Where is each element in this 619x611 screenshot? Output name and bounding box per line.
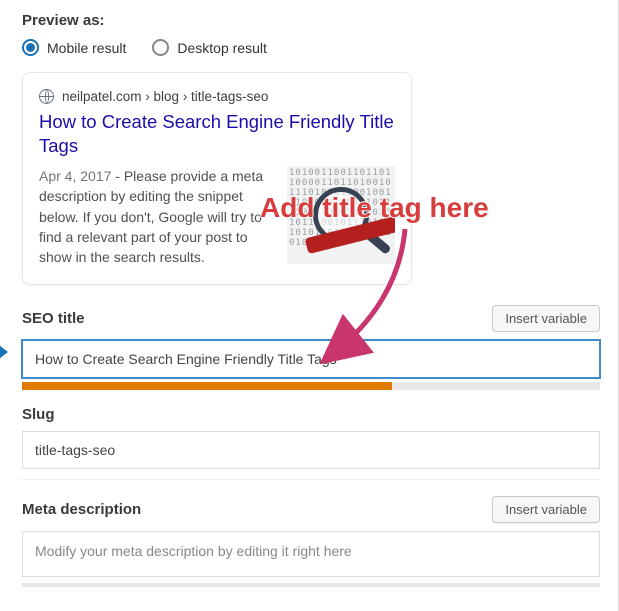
seo-title-input[interactable] (22, 340, 600, 378)
globe-icon (39, 89, 54, 104)
radio-label: Desktop result (177, 40, 266, 56)
radio-icon (152, 39, 169, 56)
meta-description-label: Meta description (22, 501, 141, 518)
radio-label: Mobile result (47, 40, 126, 56)
radio-mobile-result[interactable]: Mobile result (22, 39, 126, 56)
seo-title-progress (22, 382, 600, 390)
radio-desktop-result[interactable]: Desktop result (152, 39, 266, 56)
preview-radio-group: Mobile result Desktop result (22, 39, 600, 56)
meta-description-block: Meta description Insert variable Modify … (22, 496, 600, 587)
serp-sep: - (111, 168, 123, 184)
magnifier-icon (313, 187, 369, 243)
insert-variable-button[interactable]: Insert variable (492, 496, 600, 523)
insert-variable-button[interactable]: Insert variable (492, 305, 600, 332)
seo-title-label: SEO title (22, 310, 85, 327)
serp-breadcrumb-row: neilpatel.com › blog › title-tags-seo (39, 89, 395, 104)
serp-title: How to Create Search Engine Friendly Tit… (39, 110, 395, 158)
divider (22, 479, 600, 480)
serp-preview-card: neilpatel.com › blog › title-tags-seo Ho… (22, 72, 412, 285)
preview-as-label: Preview as: (22, 12, 600, 29)
slug-label: Slug (22, 406, 55, 423)
meta-description-input[interactable]: Modify your meta description by editing … (22, 531, 600, 577)
serp-breadcrumb: neilpatel.com › blog › title-tags-seo (62, 89, 268, 104)
seo-title-block: SEO title Insert variable (22, 305, 600, 390)
slug-block: Slug (22, 406, 600, 480)
radio-icon (22, 39, 39, 56)
meta-description-progress (22, 583, 600, 587)
slug-input[interactable] (22, 431, 600, 469)
serp-date: Apr 4, 2017 (39, 168, 111, 184)
serp-thumbnail: 1010011001101101100001101101001011101010… (287, 166, 395, 264)
active-section-caret (0, 345, 8, 359)
